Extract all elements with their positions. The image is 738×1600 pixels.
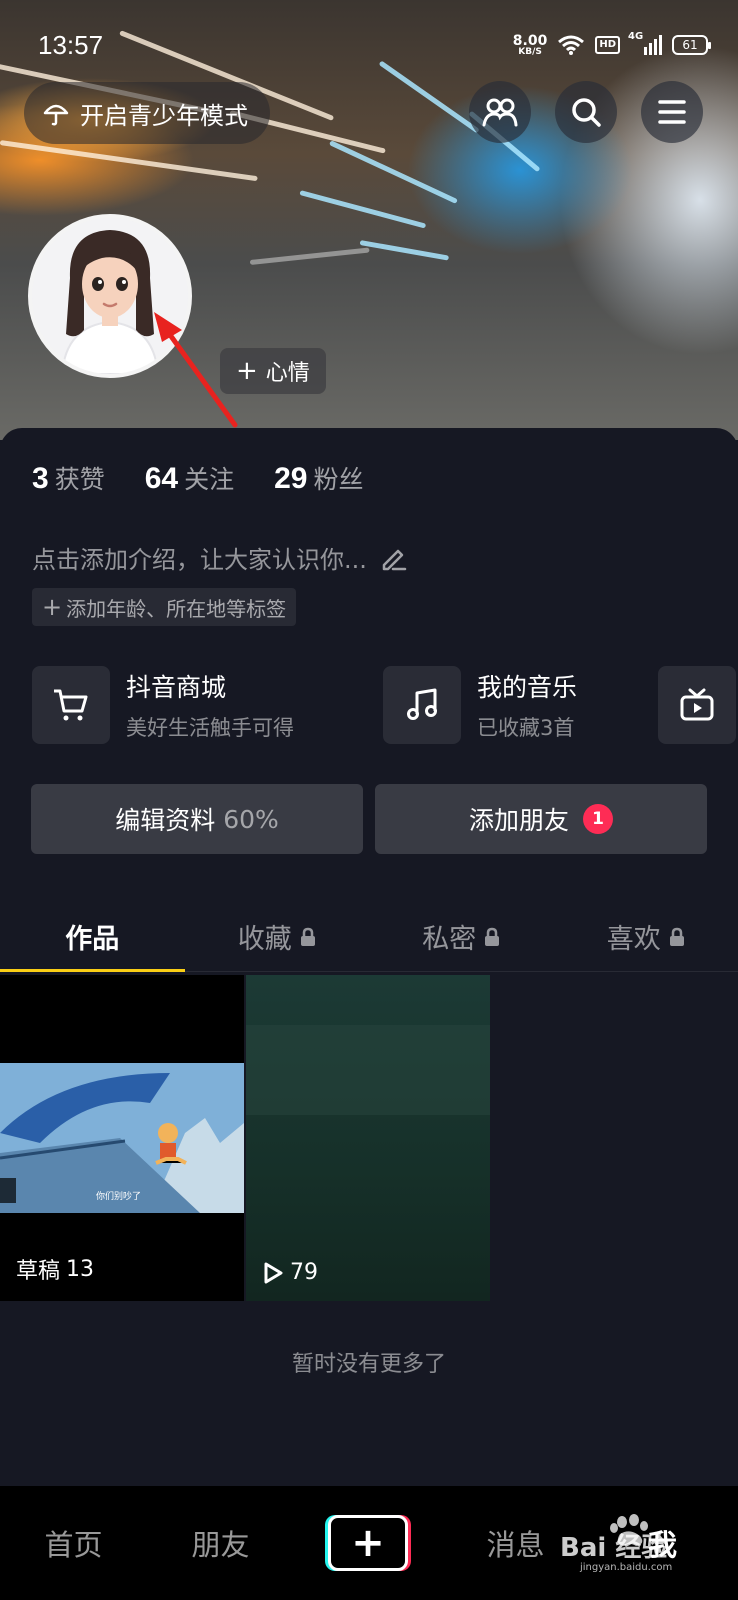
edit-profile-label: 编辑资料: [115, 806, 216, 835]
profile-stats: 3 获赞 64 关注 29 粉丝: [32, 460, 363, 496]
tab-likes[interactable]: 喜欢: [554, 902, 738, 971]
friends-icon: [482, 98, 518, 127]
entry-tv[interactable]: [658, 666, 736, 744]
wifi-icon: [558, 35, 585, 55]
profile-completion: 60%: [223, 804, 279, 834]
plus-icon: +: [42, 593, 63, 621]
nav-messages[interactable]: 消息: [442, 1522, 589, 1564]
add-tags-label: 添加年龄、所在地等标签: [66, 596, 287, 621]
plus-icon: +: [236, 356, 258, 386]
lock-icon: [485, 927, 500, 946]
menu-icon: [658, 100, 686, 124]
notification-badge: 1: [583, 804, 613, 834]
entry-music[interactable]: 我的音乐 已收藏3首: [383, 666, 577, 744]
tab-works[interactable]: 作品: [0, 902, 185, 972]
bio-placeholder: 点击添加介绍，让大家认识你...: [32, 546, 367, 574]
draft-caption: 草稿 13: [16, 1256, 95, 1285]
create-button[interactable]: +: [325, 1515, 411, 1571]
add-tags-button[interactable]: + 添加年龄、所在地等标签: [32, 588, 297, 626]
mood-label: 心情: [265, 361, 310, 386]
battery-icon: 61: [672, 35, 711, 55]
stat-likes[interactable]: 3 获赞: [32, 460, 105, 496]
draft-thumbnail: 你们别吵了: [0, 1063, 244, 1213]
plus-icon: +: [328, 1515, 408, 1571]
lock-icon: [300, 927, 315, 946]
music-note-icon: [407, 688, 437, 720]
hd-icon: HD: [595, 36, 620, 54]
video-subtitle-text: 你们别吵了: [96, 1190, 141, 1202]
tab-private[interactable]: 私密: [369, 902, 554, 971]
play-icon: [264, 1262, 283, 1283]
edit-profile-button[interactable]: 编辑资料 60%: [31, 784, 363, 854]
friends-button[interactable]: [469, 81, 531, 143]
entry-music-title: 我的音乐: [477, 673, 578, 702]
add-friend-label: 添加朋友: [468, 806, 569, 835]
entry-shop-subtitle: 美好生活触手可得: [126, 716, 294, 740]
entry-shop[interactable]: 抖音商城 美好生活触手可得: [32, 666, 294, 744]
network-speed: 8.00 KB/S: [512, 32, 548, 57]
avatar-illustration: [32, 218, 188, 374]
status-time: 13:57: [38, 29, 104, 60]
no-more-text: 暂时没有更多了: [291, 1352, 446, 1377]
entry-music-subtitle: 已收藏3首: [477, 716, 575, 740]
search-icon: [572, 98, 601, 127]
status-bar: 13:57 8.00 KB/S HD 4G 61: [38, 28, 711, 62]
avatar[interactable]: [28, 214, 192, 378]
search-button[interactable]: [555, 81, 617, 143]
edit-pencil-icon: [382, 549, 407, 570]
entry-shop-title: 抖音商城: [126, 673, 227, 702]
play-count: 79: [262, 1260, 318, 1285]
lock-icon: [669, 927, 684, 946]
umbrella-icon: [43, 104, 69, 126]
bio-field[interactable]: 点击添加介绍，让大家认识你...: [32, 540, 407, 575]
bottom-nav: 首页 朋友 + 消息 我: [0, 1486, 738, 1600]
status-indicators: 8.00 KB/S HD 4G 61: [512, 31, 711, 57]
mood-button[interactable]: + 心情: [220, 348, 326, 394]
video-tile-published[interactable]: 79: [246, 975, 490, 1301]
content-tabs: 作品 收藏 私密 喜欢: [0, 902, 738, 972]
stat-followers[interactable]: 29 粉丝: [274, 460, 363, 496]
nav-friends[interactable]: 朋友: [147, 1522, 294, 1564]
cart-icon: [54, 689, 88, 721]
tv-icon: [680, 688, 714, 721]
tab-favorites[interactable]: 收藏: [185, 902, 370, 971]
stat-following[interactable]: 64 关注: [145, 460, 234, 496]
nav-me[interactable]: 我: [589, 1522, 736, 1564]
video-tile-draft[interactable]: 你们别吵了 草稿 13: [0, 975, 244, 1301]
nav-home[interactable]: 首页: [0, 1522, 147, 1564]
teen-mode-button[interactable]: 开启青少年模式: [24, 82, 270, 144]
cell-signal-icon: 4G: [628, 31, 662, 55]
add-friend-button[interactable]: 添加朋友 1: [375, 784, 707, 854]
menu-button[interactable]: [641, 81, 703, 143]
teen-mode-label: 开启青少年模式: [80, 101, 248, 130]
